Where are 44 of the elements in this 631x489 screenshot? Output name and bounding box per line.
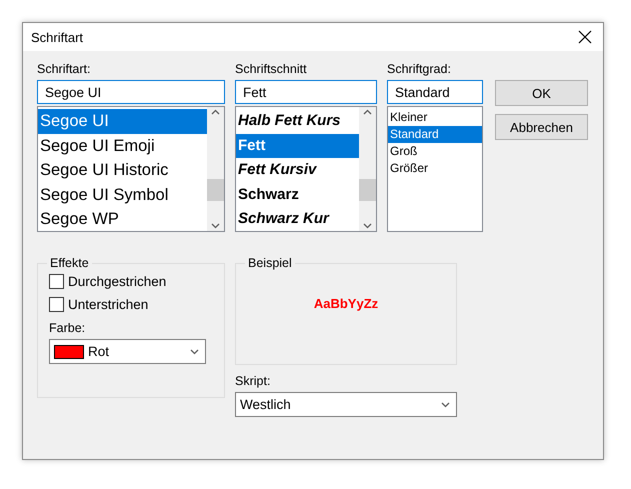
chevron-down-icon[interactable] bbox=[190, 348, 199, 354]
input-field[interactable]: Standard bbox=[387, 80, 483, 104]
field-label: Farbe: bbox=[49, 320, 86, 337]
dialog-button[interactable]: Abbrechen bbox=[495, 114, 588, 140]
list-item[interactable]: Standard bbox=[388, 126, 482, 143]
list-item[interactable]: Halb Fett Kurs bbox=[236, 109, 359, 134]
list-item[interactable]: Größer bbox=[388, 160, 482, 177]
list-item[interactable]: Fett bbox=[236, 134, 359, 158]
input-field[interactable]: Segoe UI bbox=[37, 80, 225, 104]
sample-text: AaBbYyZz bbox=[314, 296, 378, 311]
list-item[interactable]: Groß bbox=[388, 143, 482, 160]
checkbox-label: Unterstrichen bbox=[68, 297, 148, 312]
scroll-down-icon[interactable] bbox=[363, 223, 372, 229]
scroll-up-icon[interactable] bbox=[211, 109, 220, 115]
scroll-bar[interactable] bbox=[207, 107, 224, 231]
list-item[interactable]: Segoe UI Emoji bbox=[38, 134, 207, 158]
window-title: Schriftart bbox=[31, 30, 84, 44]
input-field[interactable]: Fett bbox=[235, 80, 377, 104]
field-label: Schriftart: bbox=[37, 61, 92, 78]
list-item[interactable]: Fett Kursiv bbox=[236, 158, 359, 182]
list-item[interactable]: Schwarz bbox=[236, 182, 359, 207]
list-item[interactable]: Kleiner bbox=[388, 109, 482, 126]
scroll-up-icon[interactable] bbox=[363, 109, 372, 115]
checkbox[interactable] bbox=[49, 297, 64, 312]
list-item[interactable]: Segoe UI Historic bbox=[38, 158, 207, 182]
field-label: Skript: bbox=[235, 373, 272, 390]
scroll-bar[interactable] bbox=[359, 107, 376, 231]
dialog-button[interactable]: OK bbox=[495, 80, 588, 106]
checkbox-label: Durchgestrichen bbox=[68, 274, 166, 289]
scroll-thumb[interactable] bbox=[359, 179, 376, 201]
group-title: Effekte bbox=[49, 256, 90, 270]
list-item[interactable]: Schwarz Kur bbox=[236, 207, 359, 232]
field-label: Schriftschnitt bbox=[235, 61, 308, 78]
list-item[interactable]: Segoe WP bbox=[38, 207, 207, 232]
chevron-down-icon[interactable] bbox=[441, 402, 450, 408]
script-dropdown[interactable]: Westlich bbox=[235, 392, 457, 417]
group-title: Beispiel bbox=[247, 256, 293, 270]
checkbox[interactable] bbox=[49, 274, 64, 289]
color-dropdown[interactable]: Rot bbox=[49, 339, 206, 364]
list-item[interactable]: Segoe UI bbox=[38, 109, 207, 134]
scroll-thumb[interactable] bbox=[207, 179, 224, 201]
field-label: Schriftgrad: bbox=[387, 61, 452, 78]
scroll-down-icon[interactable] bbox=[211, 223, 220, 229]
list-item[interactable]: Segoe UI Symbol bbox=[38, 182, 207, 207]
